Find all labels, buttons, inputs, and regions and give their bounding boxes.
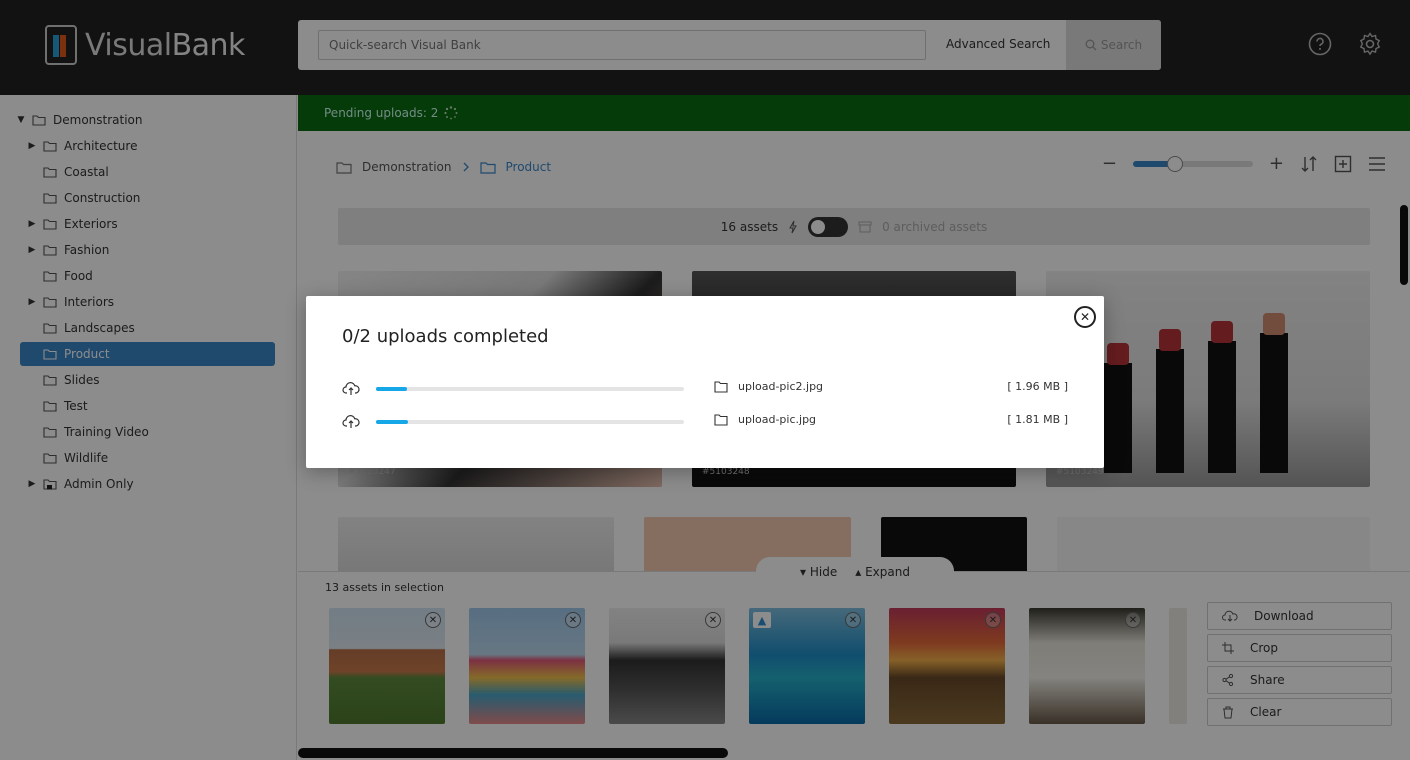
- folder-icon: [714, 414, 728, 426]
- upload-file-size: [ 1.96 MB ]: [1007, 380, 1068, 393]
- uploads-modal: 0/2 uploads completed ✕ upload-pic2.jpg …: [306, 296, 1104, 468]
- upload-progress-bar: [376, 420, 684, 424]
- upload-cloud-icon: [342, 382, 360, 395]
- upload-file-size: [ 1.81 MB ]: [1007, 413, 1068, 426]
- modal-title: 0/2 uploads completed: [342, 326, 549, 347]
- upload-file-name: upload-pic.jpg: [738, 413, 817, 426]
- upload-cloud-icon: [342, 415, 360, 428]
- close-icon[interactable]: ✕: [1074, 306, 1096, 328]
- folder-icon: [714, 381, 728, 393]
- upload-file-name: upload-pic2.jpg: [738, 380, 824, 393]
- upload-row: upload-pic.jpg [ 1.81 MB ]: [342, 411, 1068, 431]
- upload-progress-bar: [376, 387, 684, 391]
- upload-row: upload-pic2.jpg [ 1.96 MB ]: [342, 378, 1068, 398]
